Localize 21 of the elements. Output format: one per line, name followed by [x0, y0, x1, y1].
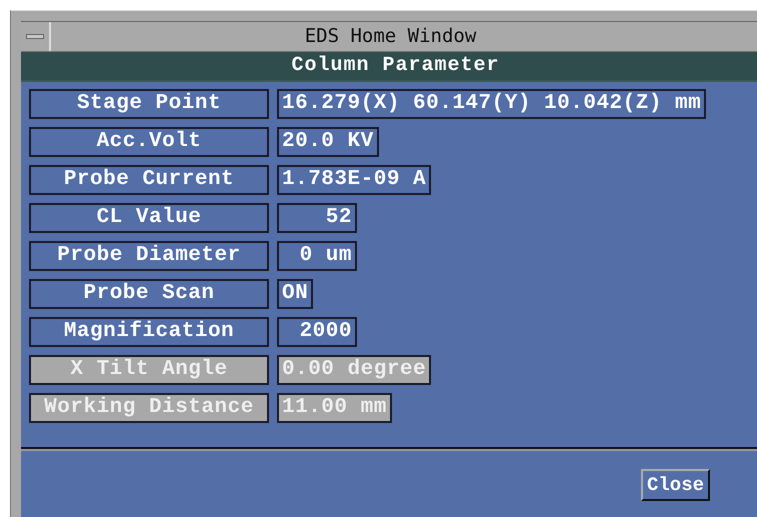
- parameter-label: Probe Scan: [29, 279, 269, 309]
- parameter-label: Probe Diameter: [29, 241, 269, 271]
- parameter-label: Probe Current: [29, 165, 269, 195]
- parameter-value: 52: [277, 203, 357, 233]
- parameter-value: 1.783E-09 A: [277, 165, 432, 195]
- parameter-value: 16.279(X) 60.147(Y) 10.042(Z) mm: [277, 89, 706, 119]
- parameter-value: 0 um: [277, 241, 357, 271]
- parameter-value: 0.00 degree: [277, 355, 432, 385]
- parameter-label: Magnification: [29, 317, 269, 347]
- close-button[interactable]: Close: [640, 469, 710, 501]
- parameter-value: 11.00 mm: [277, 393, 392, 423]
- parameter-value: 2000: [277, 317, 357, 347]
- parameter-label: Stage Point: [29, 89, 269, 119]
- parameter-value: ON: [277, 279, 314, 309]
- parameter-label: X Tilt Angle: [29, 355, 269, 385]
- window-title: EDS Home Window: [304, 24, 478, 49]
- section-header: Column Parameter: [21, 52, 757, 82]
- parameter-value: 20.0 KV: [277, 127, 379, 157]
- parameter-label: Working Distance: [29, 393, 269, 423]
- parameter-label: CL Value: [29, 203, 269, 233]
- parameter-label: Acc.Volt: [29, 127, 269, 157]
